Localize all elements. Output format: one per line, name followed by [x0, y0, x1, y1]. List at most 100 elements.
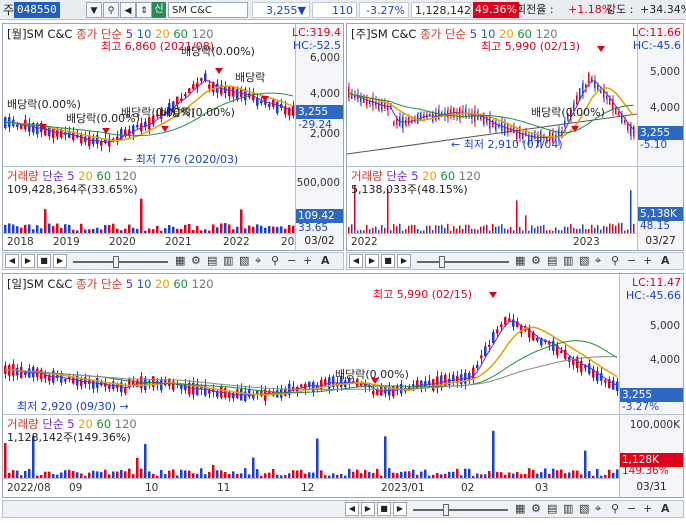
stop-icon[interactable]: ■ [377, 502, 391, 516]
monthly-chart-panel[interactable]: [월]SM C&C 종가 단순 5 10 20 60 120 최고 6,860 … [2, 23, 344, 251]
chart-type-icon[interactable]: ▧ [579, 254, 589, 267]
stop-icon[interactable]: ■ [37, 254, 51, 268]
search-icon[interactable]: ⚲ [611, 254, 619, 267]
daily-candle [72, 377, 75, 384]
table-icon[interactable]: ▦ [175, 254, 185, 267]
crosshair-icon[interactable]: ⌖ [255, 254, 261, 268]
next-icon[interactable]: ▶ [393, 502, 407, 516]
search-dropdown-button[interactable]: ▼ [86, 2, 102, 18]
daily-candle [512, 319, 515, 327]
minus-icon[interactable]: − [627, 502, 636, 515]
indicator-icon[interactable]: ▥ [223, 254, 233, 267]
plus-icon[interactable]: + [643, 254, 652, 267]
search-icon[interactable]: ⚲ [611, 502, 619, 515]
weekly-volume-bar [453, 226, 455, 233]
monthly-candle [84, 136, 87, 142]
monthly-volume-bar [52, 226, 55, 233]
play-icon[interactable]: ▶ [21, 254, 35, 268]
stock-name: SM C&C [168, 2, 248, 18]
grid-icon[interactable]: ▤ [547, 502, 557, 515]
search-icon[interactable]: ⚲ [271, 254, 279, 267]
settings-icon[interactable]: ⚙ [191, 254, 201, 267]
indicator-icon[interactable]: ▥ [563, 254, 573, 267]
chart-type-icon[interactable]: ▧ [239, 254, 249, 267]
stop-icon[interactable]: ■ [381, 254, 395, 268]
weekly-chart-panel[interactable]: [주]SM C&C 종가 단순 5 10 20 60 120 최고 5,990 … [346, 23, 684, 251]
high-arrow-icon [597, 46, 605, 52]
weekly-volume-bar [393, 224, 395, 233]
plus-icon[interactable]: + [643, 502, 652, 515]
crosshair-icon[interactable]: ⌖ [595, 502, 601, 516]
zoom-slider-knob[interactable] [443, 504, 449, 516]
zoom-slider[interactable] [73, 261, 168, 263]
monthly-volume-bar [12, 224, 15, 233]
text-icon[interactable]: A [321, 254, 330, 267]
daily-chart-panel[interactable]: [일]SM C&C 종가 단순 5 10 20 60 120 최고 5,990 … [2, 273, 684, 498]
daily-pct-tag: -3.27% [622, 401, 660, 413]
stock-code-input[interactable]: 048550 [14, 2, 60, 18]
play-icon[interactable]: ▶ [365, 254, 379, 268]
x-tick: 2021 [165, 236, 192, 248]
table-icon[interactable]: ▦ [515, 254, 525, 267]
daily-volume-bar [576, 470, 579, 478]
weekly-volume-bar [483, 225, 485, 233]
daily-volume-bar [404, 471, 407, 478]
zoom-slider-knob[interactable] [113, 256, 119, 268]
next-icon[interactable]: ▶ [53, 254, 67, 268]
daily-candle [600, 373, 603, 381]
weekly-candle [504, 123, 506, 136]
monthly-volume-bar [140, 198, 143, 233]
prev-icon[interactable]: ◀ [5, 254, 19, 268]
turnover-label: 회전율 : [516, 3, 554, 16]
table-icon[interactable]: ▦ [515, 502, 525, 515]
daily-volume-bar [256, 469, 259, 478]
weekly-candle [495, 121, 497, 131]
weekly-lc: LC:11.66 [631, 26, 681, 39]
zoom-slider-knob[interactable] [439, 256, 445, 268]
daily-volume-bar [584, 450, 587, 478]
monthly-volume-bar [44, 209, 47, 233]
text-icon[interactable]: A [661, 502, 670, 515]
indicator-icon[interactable]: ▥ [563, 502, 573, 515]
grid-icon[interactable]: ▤ [207, 254, 217, 267]
prev-icon[interactable]: ◀ [349, 254, 363, 268]
daily-volume-bar [488, 470, 491, 478]
daily-volume-bar [532, 469, 535, 478]
play-icon[interactable]: ▶ [361, 502, 375, 516]
next-icon[interactable]: ▶ [397, 254, 411, 268]
prev-icon[interactable]: ◀ [345, 502, 359, 516]
settings-icon[interactable]: ⚙ [531, 254, 541, 267]
monthly-dividend-label: 배당락(0.00%) [181, 45, 255, 58]
crosshair-icon[interactable]: ⌖ [595, 254, 601, 268]
plus-icon[interactable]: + [303, 254, 312, 267]
zoom-slider[interactable] [417, 261, 509, 263]
daily-candle [476, 364, 479, 368]
grid-icon[interactable]: ▤ [547, 254, 557, 267]
weekly-volume-bar [603, 225, 605, 233]
weekly-volume-bar [396, 226, 398, 233]
daily-volume-bar [160, 469, 163, 478]
daily-volume-bar [144, 443, 147, 478]
minus-icon[interactable]: − [287, 254, 296, 267]
weekly-candle [576, 95, 578, 105]
monthly-candle [236, 88, 239, 100]
monthly-volume-bar [168, 225, 171, 233]
monthly-volume-bar [256, 224, 259, 233]
minus-icon[interactable]: − [627, 254, 636, 267]
sound-icon[interactable]: ◀ [120, 2, 136, 18]
monthly-volume-bar [228, 224, 231, 233]
search-icon[interactable]: ⚲ [103, 2, 119, 18]
daily-volume-bar [244, 468, 247, 478]
daily-volume-bar [560, 469, 563, 478]
x-tick: 02 [461, 482, 475, 494]
settings-icon[interactable]: ⚙ [531, 502, 541, 515]
scroll-icon[interactable]: ⇕ [136, 2, 152, 18]
daily-price-plot[interactable] [3, 274, 619, 414]
zoom-slider[interactable] [413, 509, 508, 511]
price-tick: 5,000 [649, 66, 680, 78]
daily-candle [124, 387, 127, 394]
weekly-volume-bar [543, 224, 545, 233]
chart-type-icon[interactable]: ▧ [579, 502, 589, 515]
daily-volume-bar [148, 471, 151, 478]
text-icon[interactable]: A [661, 254, 670, 267]
